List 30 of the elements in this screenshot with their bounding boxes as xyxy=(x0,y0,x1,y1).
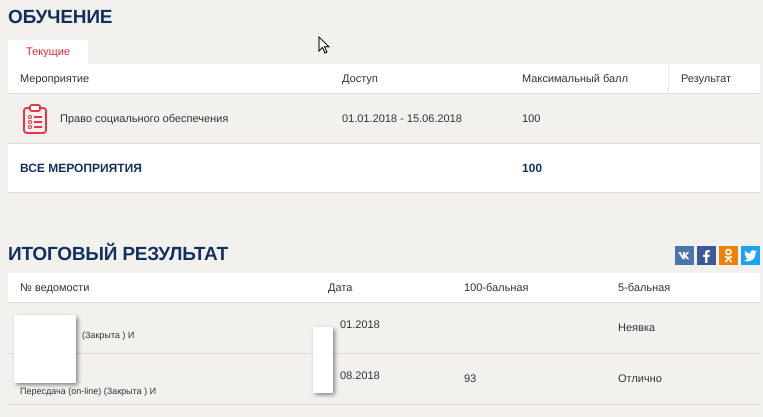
table-cell-text: Отлично xyxy=(617,373,663,385)
section-title: ОБУЧЕНИЕ xyxy=(8,6,114,30)
total-label: ВСЕ МЕРОПРИЯТИЯ xyxy=(19,161,143,175)
redaction-box xyxy=(14,315,76,383)
column-header: 5-бальная xyxy=(617,282,672,294)
table-cell-text: 01.01.2018 - 15.06.2018 xyxy=(341,112,463,124)
column-header: № ведомости xyxy=(19,282,90,294)
total-score: 100 xyxy=(521,161,544,175)
column-header: Дата xyxy=(327,282,354,294)
column-header: Максимальный балл xyxy=(521,72,629,84)
statement-name: Пересдача (on-line) (Закрыта ) И xyxy=(19,385,158,396)
table-cell-text: 93 xyxy=(463,373,478,385)
vk-share-icon[interactable] xyxy=(675,246,694,265)
twitter-share-icon[interactable] xyxy=(741,246,760,265)
section-title: ИТОГОВЫЙ РЕЗУЛЬТАТ xyxy=(8,242,228,267)
column-header: Доступ xyxy=(341,72,379,84)
table-cell-text: Неявка xyxy=(617,322,656,334)
event-name[interactable]: Право социального обеспечения xyxy=(60,112,228,124)
facebook-share-icon[interactable] xyxy=(697,246,716,265)
column-header: Мероприятие xyxy=(19,72,90,84)
table-cell-text: 01.2018 xyxy=(339,319,381,333)
column-header: Результат xyxy=(668,64,760,94)
statement-name: (Закрыта ) И xyxy=(81,329,136,340)
redaction-box xyxy=(313,327,333,393)
table-cell-text: 08.2018 xyxy=(339,370,381,384)
mouse-cursor-icon xyxy=(318,36,330,54)
tab[interactable]: Текущие xyxy=(8,40,88,64)
clipboard-icon xyxy=(22,102,48,134)
column-header: 100-бальная xyxy=(463,282,530,294)
table-cell-text: 100 xyxy=(521,112,542,124)
